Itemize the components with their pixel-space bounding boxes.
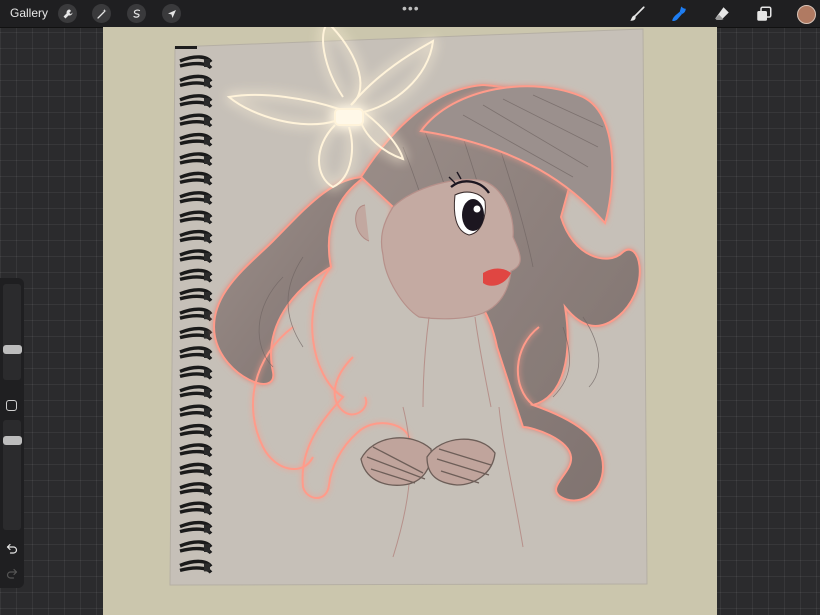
brush-size-thumb[interactable] (3, 344, 22, 354)
eraser-tool-button[interactable] (712, 4, 732, 24)
undo-icon (6, 543, 18, 554)
spiral-hole (204, 194, 210, 203)
redo-icon (6, 568, 18, 579)
smudge-tool-button[interactable] (669, 4, 689, 24)
spiral-hole (204, 388, 210, 397)
brush-size-slider[interactable] (3, 284, 21, 380)
spiral-hole (204, 291, 210, 300)
spiral-hole (204, 563, 210, 572)
adjustments-button[interactable] (92, 4, 111, 23)
spiral-hole (204, 311, 210, 320)
more-menu-button[interactable]: ••• (402, 1, 420, 15)
spiral-hole (204, 59, 210, 67)
spiral-hole (204, 524, 210, 533)
spiral-hole (204, 427, 210, 436)
smudge-icon (672, 6, 686, 22)
selection-button[interactable] (127, 4, 146, 23)
eraser-icon (715, 7, 729, 20)
layers-icon (757, 6, 772, 21)
transform-button[interactable] (162, 4, 181, 23)
spiral-hole (204, 272, 210, 281)
spiral-hole (204, 233, 210, 242)
spiral-hole (204, 330, 210, 339)
spiral-hole (204, 253, 210, 261)
spiral-hole (204, 175, 210, 184)
spiral-hole (204, 136, 210, 145)
drawing-canvas[interactable] (103, 27, 717, 615)
spiral-hole (204, 447, 210, 455)
modify-button[interactable] (6, 400, 17, 411)
magic-wand-icon (96, 8, 106, 19)
mermaid-artwork (169, 27, 648, 586)
arrow-cursor-icon (167, 9, 176, 18)
undo-button[interactable] (5, 541, 19, 555)
spiral-hole (204, 544, 210, 552)
spiral-hole (204, 214, 210, 223)
redo-button[interactable] (5, 566, 19, 580)
spiral-hole (204, 505, 210, 514)
opacity-thumb[interactable] (3, 435, 22, 445)
wrench-icon (63, 9, 72, 18)
actions-button[interactable] (58, 4, 77, 23)
spiral-hole (204, 350, 210, 358)
spiral-hole (204, 485, 210, 494)
spiral-hole (204, 156, 210, 164)
brush-icon (630, 6, 645, 21)
spiral-hole (204, 408, 210, 417)
spiral-hole (204, 117, 210, 126)
color-picker-swatch[interactable] (797, 5, 816, 24)
layers-button[interactable] (754, 4, 774, 24)
brush-tool-button[interactable] (627, 4, 647, 24)
spiral-hole (204, 466, 210, 475)
selection-icon (132, 9, 140, 18)
spiral-hole (204, 78, 210, 87)
spiral-hole (204, 369, 210, 378)
top-toolbar: Gallery ••• (0, 0, 820, 28)
spiral-hole (204, 97, 210, 106)
gallery-button[interactable]: Gallery (10, 6, 48, 20)
